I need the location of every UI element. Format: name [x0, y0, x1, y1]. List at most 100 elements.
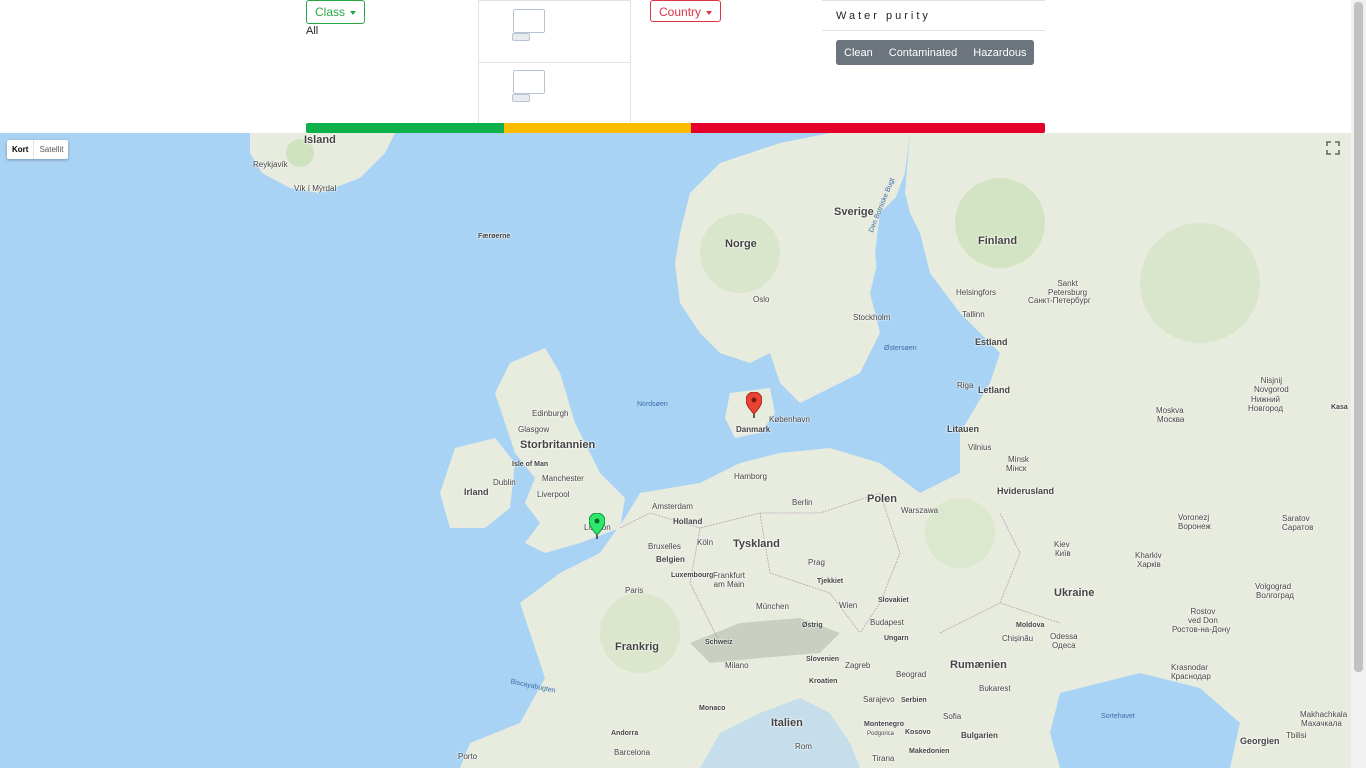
- map-label-holland: Holland: [673, 517, 703, 526]
- map-label-andorra: Andorra: [611, 730, 639, 737]
- map-label-schweiz: Schweiz: [705, 639, 733, 646]
- map-label-voronezj: Voronezj: [1178, 513, 1210, 522]
- map-label-moldova: Moldova: [1016, 622, 1045, 629]
- hazardous-button[interactable]: Hazardous: [965, 40, 1035, 65]
- map-type-satellit-button[interactable]: Satellit: [33, 140, 68, 159]
- map-label-vik: Vík í Mýrdal: [294, 184, 337, 193]
- map-label-isle-of-man: Isle of Man: [512, 461, 549, 468]
- range-handle-bottom[interactable]: [512, 94, 530, 102]
- country-dropdown-label: Country: [659, 5, 702, 19]
- purity-color-scale: [306, 123, 1045, 133]
- range-panel: [478, 0, 631, 123]
- page-scrollbar[interactable]: [1351, 0, 1366, 768]
- range-input-bottom[interactable]: [513, 70, 545, 94]
- map-label-finland: Finland: [978, 235, 1018, 247]
- map[interactable]: Island Sverige Norge Finland Estland Let…: [0, 133, 1351, 768]
- map-label-porto: Porto: [458, 752, 478, 761]
- map-label-kiev-ru: Київ: [1055, 549, 1071, 558]
- map-label-nisjnij-ru: Нижний Новгород: [1248, 395, 1284, 413]
- map-label-rostov: Rostov ved Don: [1188, 607, 1218, 625]
- app: Class All Country Water purity Clean Con…: [0, 0, 1366, 768]
- map-label-kobenhavn: København: [769, 415, 810, 424]
- map-land-layer: [250, 133, 1351, 768]
- map-label-kroatien: Kroatien: [809, 678, 838, 685]
- map-label-norge: Norge: [725, 238, 757, 250]
- map-label-paris: Paris: [625, 586, 644, 595]
- map-label-podgorica: Podgorica: [867, 731, 895, 737]
- map-label-tallinn: Tallinn: [962, 310, 985, 319]
- map-label-sverige: Sverige: [834, 206, 874, 218]
- clean-button[interactable]: Clean: [836, 40, 881, 65]
- map-label-beograd: Beograd: [896, 670, 927, 679]
- map-label-kiev: Kiev: [1054, 540, 1070, 549]
- map-label-stockholm: Stockholm: [853, 313, 891, 322]
- map-label-kasa: Kasa: [1331, 404, 1348, 411]
- map-label-odessa-ru: Одеса: [1052, 641, 1076, 650]
- map-label-manchester: Manchester: [542, 474, 584, 483]
- contaminated-button[interactable]: Contaminated: [880, 40, 966, 65]
- map-label-prag: Prag: [808, 558, 825, 567]
- map-label-voronezj-ru: Воронеж: [1178, 522, 1211, 531]
- map-label-krasnodar-ru: Краснодар: [1171, 672, 1211, 681]
- map-label-sarajevo: Sarajevo: [863, 695, 895, 704]
- map-label-ungarn: Ungarn: [884, 635, 909, 642]
- map-label-amsterdam: Amsterdam: [652, 502, 693, 511]
- map-label-monaco: Monaco: [699, 705, 726, 712]
- map-label-sortehavet: Sortehavet: [1101, 713, 1135, 720]
- map-label-budapest: Budapest: [870, 618, 904, 627]
- map-label-ostersoen: Østersøen: [884, 345, 917, 352]
- map-label-bukarest: Bukarest: [979, 684, 1011, 693]
- scrollbar-thumb[interactable]: [1354, 2, 1363, 672]
- map-label-italien: Italien: [771, 717, 803, 729]
- map-label-kharkiv: Kharkiv: [1135, 551, 1162, 560]
- country-dropdown-button[interactable]: Country: [650, 0, 722, 22]
- map-label-irland: Irland: [464, 487, 489, 497]
- water-purity-button-group: Clean Contaminated Hazardous: [836, 40, 1035, 65]
- map-label-luxembourg: Luxembourg: [671, 572, 714, 579]
- map-label-tyskland: Tyskland: [733, 538, 780, 550]
- map-label-minsk: Minsk: [1008, 455, 1029, 464]
- caret-down-icon: [706, 10, 713, 15]
- map-label-polen: Polen: [867, 493, 897, 505]
- water-purity-title: Water purity: [822, 0, 1045, 31]
- map-label-wien: Wien: [839, 601, 858, 610]
- caret-down-icon: [350, 10, 357, 15]
- map-label-koln: Köln: [697, 538, 714, 547]
- map-label-milano: Milano: [725, 661, 749, 670]
- map-label-glasgow: Glasgow: [518, 425, 550, 434]
- map-label-tirana: Tirana: [872, 754, 895, 763]
- map-label-nordsoen: Nordsøen: [637, 401, 668, 408]
- map-label-warszawa: Warszawa: [901, 506, 939, 515]
- map-label-rumaenien: Rumænien: [950, 659, 1007, 671]
- range-input-top[interactable]: [513, 9, 545, 33]
- map-type-kort-button[interactable]: Kort: [7, 140, 33, 159]
- map-label-rom: Rom: [795, 742, 812, 751]
- map-label-reykjavik: Reykjavík: [253, 160, 288, 169]
- map-label-kharkiv-ru: Харків: [1137, 560, 1161, 569]
- map-label-makhachkala-ru: Махачкала: [1301, 719, 1342, 728]
- map-label-ukraine: Ukraine: [1054, 587, 1095, 599]
- map-label-faeroerne: Færøerne: [478, 233, 511, 240]
- map-label-krasnodar: Krasnodar: [1171, 663, 1208, 672]
- map-label-storbritannien: Storbritannien: [520, 439, 596, 451]
- map-label-sankt-petersburg-ru: Санкт-Петербург: [1028, 296, 1091, 305]
- map-label-chisinau: Chișinău: [1002, 634, 1034, 643]
- fullscreen-icon[interactable]: [1323, 138, 1343, 158]
- map-label-sofia: Sofia: [943, 712, 962, 721]
- class-dropdown-button[interactable]: Class: [306, 0, 366, 24]
- map-label-barcelona: Barcelona: [614, 748, 651, 757]
- map-label-tbilisi: Tbilisi: [1286, 731, 1307, 740]
- map-label-helsingfors: Helsingfors: [956, 288, 997, 297]
- map-marker-clean[interactable]: [589, 513, 605, 539]
- map-label-riga: Riga: [957, 381, 974, 390]
- map-label-moskva-ru: Москва: [1157, 415, 1185, 424]
- map-marker-hazardous[interactable]: [746, 392, 762, 418]
- map-label-estland: Estland: [975, 337, 1008, 347]
- map-label-liverpool: Liverpool: [537, 490, 570, 499]
- map-label-saratov-ru: Саратов: [1282, 523, 1314, 532]
- divider: [479, 62, 630, 63]
- range-handle-top[interactable]: [512, 33, 530, 41]
- map-label-letland: Letland: [978, 385, 1011, 395]
- map-label-munchen: München: [756, 602, 789, 611]
- map-label-serbien: Serbien: [901, 697, 927, 704]
